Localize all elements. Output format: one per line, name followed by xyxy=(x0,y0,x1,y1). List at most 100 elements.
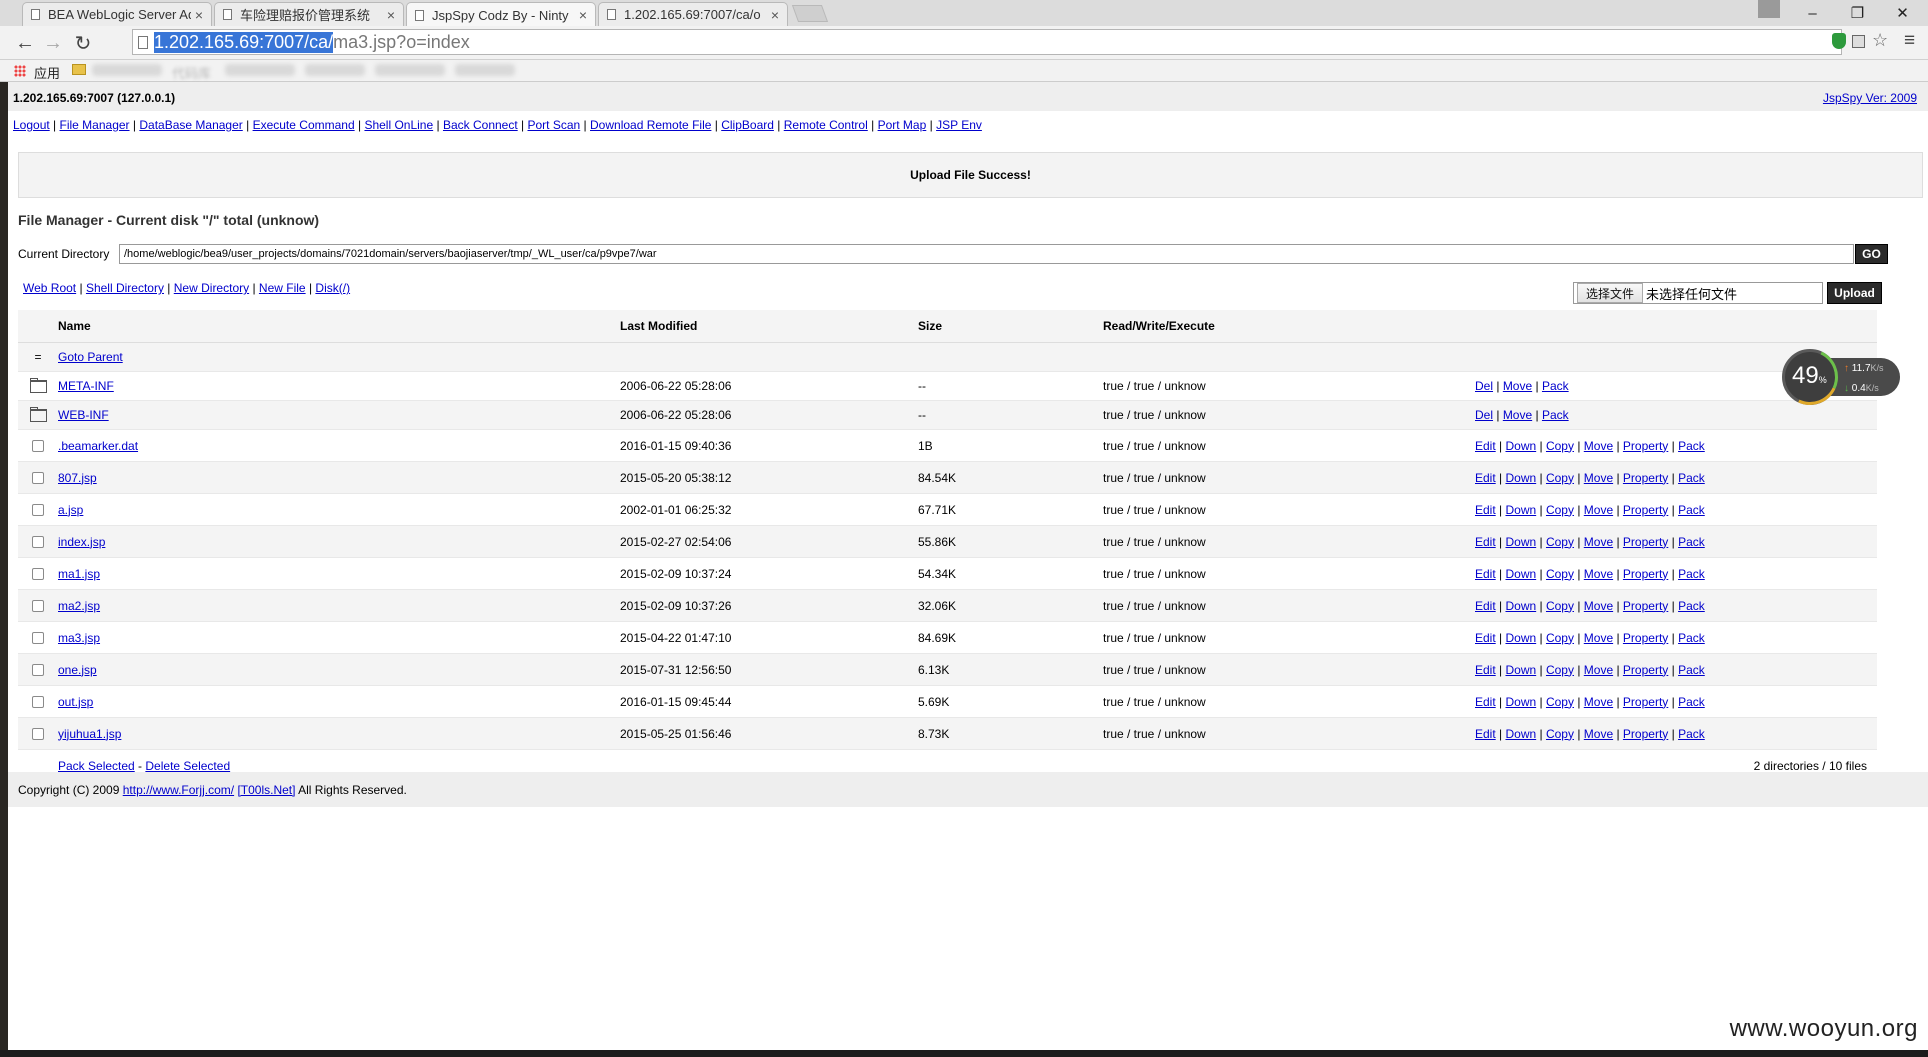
apps-label[interactable]: 应用 xyxy=(34,63,60,82)
edit-link[interactable]: Edit xyxy=(1475,439,1496,453)
edit-link[interactable]: Edit xyxy=(1475,695,1496,709)
copy-link[interactable]: Copy xyxy=(1546,727,1574,741)
tab-url[interactable]: 1.202.165.69:7007/ca/o × xyxy=(598,2,788,26)
property-link[interactable]: Property xyxy=(1623,663,1668,677)
del-link[interactable]: Del xyxy=(1475,408,1493,422)
shield-extension-icon[interactable] xyxy=(1832,33,1846,49)
minimize-button[interactable]: – xyxy=(1790,0,1835,26)
copy-link[interactable]: Copy xyxy=(1546,599,1574,613)
file-name-link[interactable]: index.jsp xyxy=(58,535,105,549)
property-link[interactable]: Property xyxy=(1623,631,1668,645)
move-link[interactable]: Move xyxy=(1584,599,1613,613)
file-checkbox[interactable] xyxy=(32,568,44,581)
property-link[interactable]: Property xyxy=(1623,439,1668,453)
copy-link[interactable]: Copy xyxy=(1546,663,1574,677)
restore-button[interactable]: ❐ xyxy=(1835,0,1880,26)
property-link[interactable]: Property xyxy=(1623,535,1668,549)
profile-icon[interactable] xyxy=(1758,0,1780,18)
close-tab-icon[interactable]: × xyxy=(771,7,779,23)
edit-link[interactable]: Edit xyxy=(1475,663,1496,677)
new-directory-link[interactable]: New Directory xyxy=(174,281,249,295)
file-checkbox[interactable] xyxy=(32,536,44,549)
file-name-link[interactable]: ma1.jsp xyxy=(58,567,100,581)
menu-back-connect[interactable]: Back Connect xyxy=(443,118,518,132)
move-link[interactable]: Move xyxy=(1584,567,1613,581)
dir-name-link[interactable]: WEB-INF xyxy=(58,408,109,422)
forward-button[interactable]: → xyxy=(40,30,66,56)
choose-file-button[interactable]: 选择文件 xyxy=(1577,283,1644,303)
menu-remote-control[interactable]: Remote Control xyxy=(784,118,868,132)
close-tab-icon[interactable]: × xyxy=(387,7,395,23)
version-link[interactable]: JspSpy Ver: 2009 xyxy=(1823,91,1917,105)
tab-weblogic[interactable]: BEA WebLogic Server Ad × xyxy=(22,2,212,26)
edit-link[interactable]: Edit xyxy=(1475,599,1496,613)
file-name-link[interactable]: ma2.jsp xyxy=(58,599,100,613)
edit-link[interactable]: Edit xyxy=(1475,503,1496,517)
file-checkbox[interactable] xyxy=(32,664,44,677)
tab-claims-system[interactable]: 车险理赔报价管理系统 × xyxy=(214,2,404,26)
file-name-link[interactable]: .beamarker.dat xyxy=(58,439,138,453)
menu-database-manager[interactable]: DataBase Manager xyxy=(139,118,242,132)
move-link[interactable]: Move xyxy=(1503,379,1532,393)
edit-link[interactable]: Edit xyxy=(1475,471,1496,485)
file-picker[interactable]: 选择文件 未选择任何文件 xyxy=(1573,282,1823,304)
pack-link[interactable]: Pack xyxy=(1678,567,1705,581)
copy-link[interactable]: Copy xyxy=(1546,567,1574,581)
file-name-link[interactable]: ma3.jsp xyxy=(58,631,100,645)
move-link[interactable]: Move xyxy=(1584,535,1613,549)
menu-icon[interactable]: ≡ xyxy=(1904,30,1915,52)
pack-link[interactable]: Pack xyxy=(1678,663,1705,677)
forjj-link[interactable]: http://www.Forjj.com/ xyxy=(123,783,234,797)
disk-link[interactable]: Disk(/) xyxy=(315,281,350,295)
down-link[interactable]: Down xyxy=(1505,727,1536,741)
down-link[interactable]: Down xyxy=(1505,599,1536,613)
shell-directory-link[interactable]: Shell Directory xyxy=(86,281,164,295)
pack-link[interactable]: Pack xyxy=(1678,471,1705,485)
file-name-link[interactable]: one.jsp xyxy=(58,663,97,677)
menu-shell-online[interactable]: Shell OnLine xyxy=(364,118,433,132)
file-name-link[interactable]: a.jsp xyxy=(58,503,83,517)
menu-clipboard[interactable]: ClipBoard xyxy=(721,118,774,132)
property-link[interactable]: Property xyxy=(1623,471,1668,485)
edit-link[interactable]: Edit xyxy=(1475,631,1496,645)
file-name-link[interactable]: yijuhua1.jsp xyxy=(58,727,121,741)
delete-selected-link[interactable]: Delete Selected xyxy=(145,759,230,773)
t00ls-link[interactable]: [T00ls.Net] xyxy=(237,783,295,797)
menu-logout[interactable]: Logout xyxy=(13,118,50,132)
move-link[interactable]: Move xyxy=(1584,631,1613,645)
new-tab-button[interactable] xyxy=(791,5,829,22)
current-directory-input[interactable] xyxy=(119,244,1854,264)
bookmark-star-icon[interactable]: ☆ xyxy=(1872,30,1888,51)
network-speed-widget[interactable]: 49% ↑ 11.7K/s ↓ 0.4K/s xyxy=(1774,341,1902,413)
pack-selected-link[interactable]: Pack Selected xyxy=(58,759,135,773)
web-root-link[interactable]: Web Root xyxy=(23,281,76,295)
copy-link[interactable]: Copy xyxy=(1546,695,1574,709)
edit-link[interactable]: Edit xyxy=(1475,535,1496,549)
down-link[interactable]: Down xyxy=(1505,695,1536,709)
new-file-link[interactable]: New File xyxy=(259,281,306,295)
menu-execute-command[interactable]: Execute Command xyxy=(253,118,355,132)
menu-jsp-env[interactable]: JSP Env xyxy=(936,118,982,132)
back-button[interactable]: ← xyxy=(12,30,38,56)
upload-button[interactable]: Upload xyxy=(1827,282,1882,304)
pack-link[interactable]: Pack xyxy=(1678,695,1705,709)
pack-link[interactable]: Pack xyxy=(1678,439,1705,453)
go-button[interactable]: GO xyxy=(1855,244,1888,264)
pack-link[interactable]: Pack xyxy=(1678,535,1705,549)
pack-link[interactable]: Pack xyxy=(1678,503,1705,517)
property-link[interactable]: Property xyxy=(1623,599,1668,613)
file-checkbox[interactable] xyxy=(32,696,44,709)
file-checkbox[interactable] xyxy=(32,472,44,485)
file-name-link[interactable]: 807.jsp xyxy=(58,471,97,485)
copy-link[interactable]: Copy xyxy=(1546,471,1574,485)
menu-port-scan[interactable]: Port Scan xyxy=(528,118,581,132)
copy-link[interactable]: Copy xyxy=(1546,439,1574,453)
pack-link[interactable]: Pack xyxy=(1678,631,1705,645)
down-link[interactable]: Down xyxy=(1505,535,1536,549)
translate-extension-icon[interactable] xyxy=(1852,35,1865,48)
property-link[interactable]: Property xyxy=(1623,503,1668,517)
move-link[interactable]: Move xyxy=(1503,408,1532,422)
close-tab-icon[interactable]: × xyxy=(579,7,587,23)
apps-icon[interactable] xyxy=(14,65,26,77)
close-window-button[interactable]: ✕ xyxy=(1880,0,1925,26)
